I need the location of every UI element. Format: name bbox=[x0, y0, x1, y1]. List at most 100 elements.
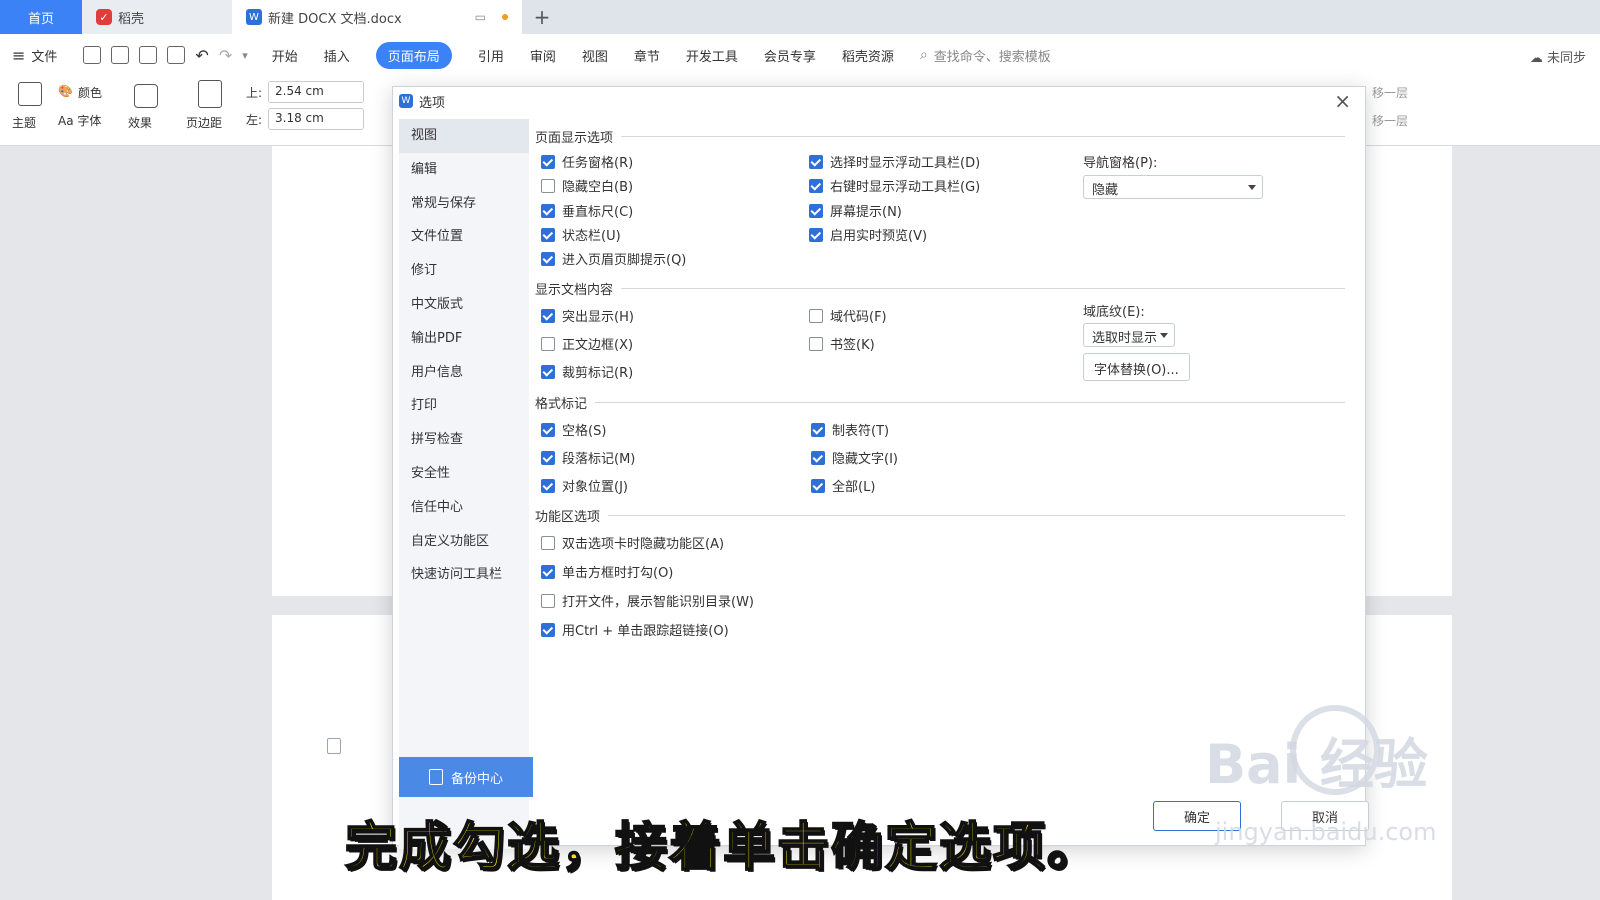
backup-center-button[interactable]: 备份中心 bbox=[399, 757, 533, 797]
sidebar-item-chinese-layout[interactable]: 中文版式 bbox=[399, 288, 529, 322]
sidebar-item-view[interactable]: 视图 bbox=[399, 119, 529, 153]
effect-button[interactable]: 效果 bbox=[128, 114, 152, 131]
checkbox-smart-toc[interactable]: 打开文件，展示智能识别目录(W) bbox=[541, 591, 754, 610]
checkbox-box[interactable] bbox=[541, 564, 555, 579]
checkbox-field-codes[interactable]: 域代码(F) bbox=[809, 306, 887, 325]
export-icon[interactable] bbox=[111, 46, 130, 64]
checkbox-box[interactable] bbox=[541, 535, 555, 550]
hamburger-icon[interactable]: ≡ bbox=[12, 46, 25, 65]
sync-status[interactable]: ☁ 未同步 bbox=[1530, 47, 1586, 66]
menu-item-section[interactable]: 章节 bbox=[634, 46, 660, 65]
sidebar-item-custom-ribbon[interactable]: 自定义功能区 bbox=[399, 525, 529, 559]
tab-home[interactable]: 首页 bbox=[0, 0, 82, 34]
preview-icon[interactable] bbox=[167, 46, 186, 64]
checkbox-hide-whitespace[interactable]: 隐藏空白(B) bbox=[541, 176, 633, 195]
sidebar-item-quick-access[interactable]: 快速访问工具栏 bbox=[399, 558, 529, 592]
bring-forward-button[interactable]: 移一层 bbox=[1372, 84, 1408, 101]
checkbox-tab-characters[interactable]: 制表符(T) bbox=[811, 420, 889, 439]
menu-item-docer-resources[interactable]: 稻壳资源 bbox=[842, 46, 894, 65]
theme-icon[interactable] bbox=[18, 82, 42, 106]
effect-icon[interactable] bbox=[134, 84, 158, 108]
undo-icon[interactable]: ↶ bbox=[195, 46, 208, 65]
page-layout-icon[interactable] bbox=[327, 738, 341, 754]
close-icon[interactable]: × bbox=[1334, 89, 1351, 113]
checkbox-hidden-text[interactable]: 隐藏文字(I) bbox=[811, 448, 898, 467]
checkbox-box[interactable] bbox=[541, 203, 555, 218]
print-icon[interactable] bbox=[139, 46, 158, 64]
checkbox-box[interactable] bbox=[811, 450, 825, 465]
checkbox-float-toolbar-rightclick[interactable]: 右键时显示浮动工具栏(G) bbox=[809, 176, 980, 195]
checkbox-task-pane[interactable]: 任务窗格(R) bbox=[541, 152, 633, 171]
field-shading-select[interactable]: 选取时显示 bbox=[1083, 323, 1175, 347]
checkbox-box[interactable] bbox=[541, 422, 555, 437]
checkbox-vertical-ruler[interactable]: 垂直标尺(C) bbox=[541, 201, 633, 220]
font-button[interactable]: Aa 字体 bbox=[58, 112, 101, 129]
checkbox-status-bar[interactable]: 状态栏(U) bbox=[541, 225, 621, 244]
checkbox-ctrl-click-link[interactable]: 用Ctrl + 单击跟踪超链接(O) bbox=[541, 620, 729, 639]
menu-item-developer[interactable]: 开发工具 bbox=[686, 46, 738, 65]
customize-icon[interactable]: ▾ bbox=[242, 49, 248, 62]
checkbox-all-marks[interactable]: 全部(L) bbox=[811, 476, 875, 495]
menu-item-view[interactable]: 视图 bbox=[582, 46, 608, 65]
checkbox-box[interactable] bbox=[541, 622, 555, 637]
menu-item-review[interactable]: 审阅 bbox=[530, 46, 556, 65]
checkbox-box[interactable] bbox=[541, 227, 555, 242]
tab-document[interactable]: W 新建 DOCX 文档.docx ▭ bbox=[232, 0, 522, 34]
checkbox-highlight[interactable]: 突出显示(H) bbox=[541, 306, 634, 325]
checkbox-dblclick-hide-ribbon[interactable]: 双击选项卡时隐藏功能区(A) bbox=[541, 533, 724, 552]
menu-item-insert[interactable]: 插入 bbox=[324, 46, 350, 65]
nav-pane-select[interactable]: 隐藏 bbox=[1083, 175, 1263, 199]
sidebar-item-file-location[interactable]: 文件位置 bbox=[399, 220, 529, 254]
checkbox-click-box-tick[interactable]: 单击方框时打勾(O) bbox=[541, 562, 673, 581]
command-search-input[interactable]: 查找命令、搜索模板 bbox=[934, 46, 1051, 65]
sidebar-item-export-pdf[interactable]: 输出PDF bbox=[399, 322, 529, 356]
checkbox-box[interactable] bbox=[809, 336, 823, 351]
sidebar-item-trust-center[interactable]: 信任中心 bbox=[399, 491, 529, 525]
sidebar-item-spell-check[interactable]: 拼写检查 bbox=[399, 423, 529, 457]
checkbox-box[interactable] bbox=[541, 308, 555, 323]
tab-pin-icon[interactable]: ▭ bbox=[475, 10, 486, 24]
checkbox-box[interactable] bbox=[541, 178, 555, 193]
checkbox-box[interactable] bbox=[809, 154, 823, 169]
menu-item-start[interactable]: 开始 bbox=[272, 46, 298, 65]
redo-icon[interactable]: ↷ bbox=[219, 46, 232, 65]
checkbox-box[interactable] bbox=[541, 251, 555, 266]
menu-item-page-layout[interactable]: 页面布局 bbox=[375, 41, 452, 69]
font-substitution-button[interactable]: 字体替换(O)... bbox=[1083, 353, 1190, 381]
checkbox-box[interactable] bbox=[541, 478, 555, 493]
sidebar-item-revisions[interactable]: 修订 bbox=[399, 254, 529, 288]
sidebar-item-security[interactable]: 安全性 bbox=[399, 457, 529, 491]
checkbox-box[interactable] bbox=[809, 178, 823, 193]
sidebar-item-user-info[interactable]: 用户信息 bbox=[399, 356, 529, 390]
new-tab-button[interactable]: + bbox=[522, 0, 562, 34]
checkbox-box[interactable] bbox=[541, 154, 555, 169]
checkbox-box[interactable] bbox=[811, 422, 825, 437]
checkbox-box[interactable] bbox=[541, 450, 555, 465]
tab-docer[interactable]: ✓ 稻壳 bbox=[82, 0, 232, 34]
theme-button[interactable]: 主题 bbox=[12, 114, 36, 131]
checkbox-box[interactable] bbox=[809, 227, 823, 242]
sidebar-item-edit[interactable]: 编辑 bbox=[399, 153, 529, 187]
checkbox-live-preview[interactable]: 启用实时预览(V) bbox=[809, 225, 927, 244]
checkbox-box[interactable] bbox=[809, 203, 823, 218]
checkbox-paragraph-marks[interactable]: 段落标记(M) bbox=[541, 448, 635, 467]
checkbox-text-boundaries[interactable]: 正文边框(X) bbox=[541, 334, 633, 353]
top-margin-input[interactable]: 2.54 cm bbox=[268, 81, 364, 103]
checkbox-header-footer-tip[interactable]: 进入页眉页脚提示(Q) bbox=[541, 249, 686, 268]
sidebar-item-print[interactable]: 打印 bbox=[399, 389, 529, 423]
checkbox-box[interactable] bbox=[541, 593, 555, 608]
checkbox-box[interactable] bbox=[811, 478, 825, 493]
checkbox-screen-tips[interactable]: 屏幕提示(N) bbox=[809, 201, 902, 220]
left-margin-input[interactable]: 3.18 cm bbox=[268, 108, 364, 130]
save-icon[interactable] bbox=[83, 46, 102, 64]
checkbox-box[interactable] bbox=[809, 308, 823, 323]
checkbox-bookmarks[interactable]: 书签(K) bbox=[809, 334, 875, 353]
checkbox-spaces[interactable]: 空格(S) bbox=[541, 420, 606, 439]
menu-file[interactable]: 文件 bbox=[31, 46, 57, 65]
color-button[interactable]: 颜色 bbox=[78, 84, 102, 101]
margin-button[interactable]: 页边距 bbox=[186, 114, 222, 131]
checkbox-object-anchors[interactable]: 对象位置(J) bbox=[541, 476, 628, 495]
checkbox-box[interactable] bbox=[541, 336, 555, 351]
checkbox-crop-marks[interactable]: 裁剪标记(R) bbox=[541, 362, 633, 381]
sidebar-item-general-save[interactable]: 常规与保存 bbox=[399, 187, 529, 221]
